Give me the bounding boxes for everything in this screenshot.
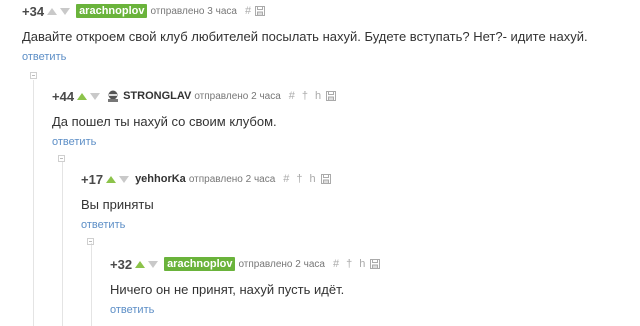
comment-text: Давайте откроем свой клуб любителей посы… (22, 29, 588, 44)
vote-down-icon[interactable] (90, 92, 101, 100)
comment: +44 STRONGLAV отправлено 2 часа # † h Да… (52, 87, 337, 150)
reply-link[interactable]: ответить (110, 304, 154, 316)
comment-time: отправлено 2 часа (188, 173, 276, 185)
comment-author[interactable]: STRONGLAV (123, 90, 191, 102)
thread-line (91, 243, 92, 326)
vote-up-icon[interactable] (77, 92, 88, 100)
comment-time: отправлено 2 часа (194, 90, 281, 102)
comment-text: Да пошел ты нахуй со своим клубом. (52, 114, 277, 129)
comment-time: отправлено 2 часа (238, 258, 325, 270)
reply-link[interactable]: ответить (52, 136, 96, 148)
floppy-icon[interactable] (326, 91, 337, 101)
vote-down-icon[interactable] (60, 7, 71, 15)
floppy-icon[interactable] (370, 259, 381, 269)
comment-author[interactable]: yehhorKa (135, 173, 186, 185)
comment-author[interactable]: arachnoplov (76, 4, 148, 18)
vote-down-icon[interactable] (148, 260, 159, 268)
thread-icon[interactable]: h (359, 258, 365, 270)
floppy-icon[interactable] (255, 6, 266, 16)
comment-rating: +44 (52, 88, 75, 104)
arrow-up-icon[interactable]: † (346, 258, 352, 270)
hash-icon[interactable]: # (333, 258, 339, 270)
vote-up-icon[interactable] (47, 7, 58, 15)
collapse-toggle-icon[interactable] (58, 155, 65, 162)
collapse-toggle-icon[interactable] (30, 72, 37, 79)
comment-text: Ничего он не принят, нахуй пусть идёт. (110, 282, 345, 297)
comment: +34 arachnoplov отправлено 3 часа # Дава… (22, 2, 588, 65)
thread-line (62, 162, 63, 326)
thread-line (33, 80, 34, 326)
comment-rating: +32 (110, 256, 133, 272)
vote-down-icon[interactable] (119, 175, 130, 183)
reply-link[interactable]: ответить (22, 51, 66, 63)
hash-icon[interactable]: # (289, 90, 295, 102)
comment-time: отправлено 3 часа (150, 5, 237, 17)
comment-text: Вы приняты (81, 197, 154, 212)
comment-rating: +34 (22, 3, 45, 19)
avatar[interactable] (106, 89, 120, 103)
comment-rating: +17 (81, 171, 104, 187)
floppy-icon[interactable] (320, 174, 331, 184)
reply-link[interactable]: ответить (81, 219, 125, 231)
vote-up-icon[interactable] (135, 260, 146, 268)
arrow-up-icon[interactable]: † (302, 90, 308, 102)
collapse-toggle-icon[interactable] (87, 238, 94, 245)
vote-up-icon[interactable] (106, 175, 117, 183)
comment: +17 yehhorKa отправлено 2 часа # † h Вы … (81, 170, 331, 233)
hash-icon[interactable]: # (283, 173, 289, 185)
comment-author[interactable]: arachnoplov (164, 257, 236, 271)
thread-icon[interactable]: h (315, 90, 321, 102)
hash-icon[interactable]: # (245, 5, 251, 17)
thread-icon[interactable]: h (310, 173, 316, 185)
comment: +32 arachnoplov отправлено 2 часа # † h … (110, 255, 381, 318)
arrow-up-icon[interactable]: † (296, 173, 302, 185)
